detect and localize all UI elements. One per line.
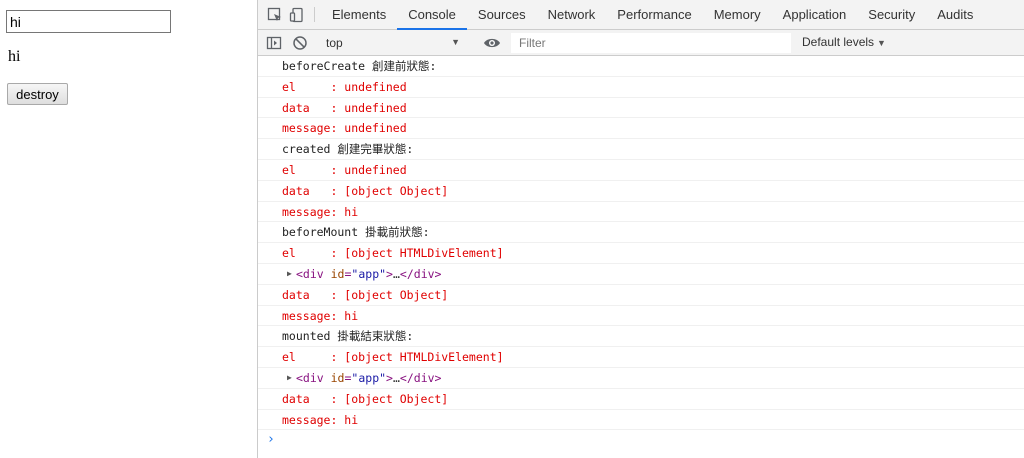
console-toolbar: top ▼ Default levels▼ [258,30,1024,56]
console-error-line: el : [object HTMLDivElement] [258,347,1024,368]
device-toolbar-icon[interactable] [286,0,308,30]
expand-triangle-icon[interactable]: ▶ [287,368,292,388]
node-tag-close: </div> [399,266,442,281]
devtools-panel: Elements Console Sources Network Perform… [257,0,1024,458]
tabbar-divider [314,7,315,22]
node-ellipsis: … [392,266,400,281]
node-tag-close: </div> [399,370,442,385]
tab-memory[interactable]: Memory [703,0,772,29]
node-val: "app" [351,370,387,385]
console-error-line: data : [object Object] [258,181,1024,202]
node-tag-open: <div [296,370,331,385]
node-close: > [386,370,393,385]
node-attr: id [330,266,345,281]
clear-console-icon[interactable] [287,30,313,56]
message-text: hi [8,48,21,65]
console-node-line[interactable]: ▶ <div id="app">…</div> [258,264,1024,285]
console-error-line: el : undefined [258,77,1024,98]
node-ellipsis: … [392,370,400,385]
tab-audits[interactable]: Audits [926,0,984,29]
live-expression-eye-icon[interactable] [479,30,505,56]
node-tag-open: <div [296,266,331,281]
tab-application[interactable]: Application [772,0,858,29]
console-error-line: data : [object Object] [258,389,1024,410]
log-levels-dropdown[interactable]: Default levels ▼ [802,35,886,49]
console-error-line: el : [object HTMLDivElement] [258,243,1024,264]
tab-performance[interactable]: Performance [606,0,702,29]
console-log-line: beforeMount 掛載前狀態: [258,222,1024,244]
tab-security[interactable]: Security [857,0,926,29]
message-input[interactable] [6,10,171,33]
node-val: "app" [351,266,387,281]
tab-console[interactable]: Console [397,0,467,30]
console-log-line: created 創建完畢狀態: [258,139,1024,160]
dropdown-arrow-icon: ▼ [451,36,460,47]
page-viewport: hi destroy [0,0,257,458]
console-error-line: data : undefined [258,98,1024,119]
console-node-line[interactable]: ▶ <div id="app">…</div> [258,368,1024,389]
node-attr: id [330,370,345,385]
tab-elements[interactable]: Elements [321,0,397,29]
context-value: top [326,35,343,50]
filter-input[interactable] [511,33,791,53]
console-error-line: message: hi [258,306,1024,327]
console-output: beforeCreate 創建前狀態: el : undefined data : … [258,56,1024,452]
console-error-line: message: hi [258,202,1024,223]
destroy-button[interactable]: destroy [7,83,68,105]
console-log-line: beforeCreate 創建前狀態: [258,56,1024,77]
expand-triangle-icon[interactable]: ▶ [287,264,292,284]
context-selector[interactable]: top ▼ [320,33,466,53]
console-log-line: mounted 掛載結束狀態: [258,326,1024,348]
devtools-tabbar: Elements Console Sources Network Perform… [258,0,1024,30]
tab-network[interactable]: Network [537,0,607,29]
tab-sources[interactable]: Sources [467,0,537,29]
dropdown-arrow-icon: ▼ [877,38,886,48]
console-prompt[interactable]: › [258,430,1024,452]
node-close: > [386,266,393,281]
levels-label: Default levels [802,35,875,49]
console-error-line: message: undefined [258,118,1024,140]
console-error-line: el : undefined [258,160,1024,181]
sidebar-toggle-icon[interactable] [261,30,287,56]
tabbar-icons [258,0,308,29]
console-error-line: message: hi [258,410,1024,431]
inspect-element-icon[interactable] [264,0,286,30]
console-error-line: data : [object Object] [258,285,1024,306]
